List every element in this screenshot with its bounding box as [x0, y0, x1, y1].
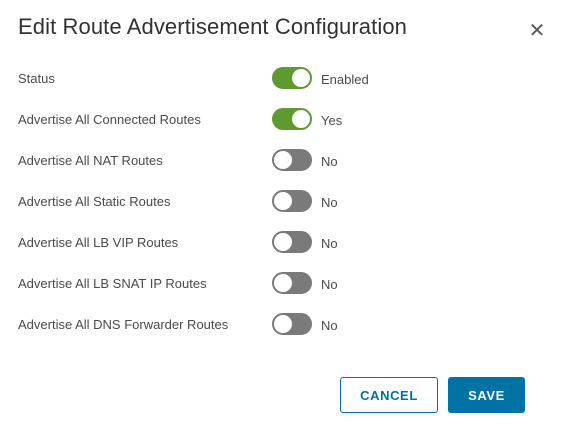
row-lb-snat-ip-routes: Advertise All LB SNAT IP Routes No	[0, 263, 561, 304]
row-label: Advertise All Static Routes	[18, 194, 171, 209]
toggle-value: No	[321, 277, 338, 292]
row-status: Status Enabled	[0, 58, 561, 99]
toggle-value: Enabled	[321, 72, 369, 87]
toggle-knob	[292, 110, 310, 128]
row-static-routes: Advertise All Static Routes No	[0, 181, 561, 222]
toggle-knob	[274, 151, 292, 169]
row-connected-routes: Advertise All Connected Routes Yes	[0, 99, 561, 140]
toggle-knob	[274, 233, 292, 251]
row-label: Advertise All LB SNAT IP Routes	[18, 276, 207, 291]
toggle-knob	[274, 315, 292, 333]
toggle-value: No	[321, 236, 338, 251]
nat-routes-toggle[interactable]	[272, 149, 312, 171]
dns-forwarder-routes-toggle[interactable]	[272, 313, 312, 335]
toggle-knob	[274, 274, 292, 292]
connected-routes-toggle[interactable]	[272, 108, 312, 130]
status-toggle[interactable]	[272, 67, 312, 89]
lb-vip-routes-toggle[interactable]	[272, 231, 312, 253]
cancel-button[interactable]: CANCEL	[340, 377, 438, 413]
row-label: Advertise All Connected Routes	[18, 112, 201, 127]
row-label: Advertise All DNS Forwarder Routes	[18, 317, 229, 332]
toggle-knob	[292, 69, 310, 87]
toggle-value: Yes	[321, 113, 343, 128]
lb-snat-ip-routes-toggle[interactable]	[272, 272, 312, 294]
toggle-value: No	[321, 195, 338, 210]
edit-route-advertisement-dialog: Edit Route Advertisement Configuration ✕…	[0, 0, 561, 429]
row-dns-forwarder-routes: Advertise All DNS Forwarder Routes No	[0, 304, 561, 345]
toggle-value: No	[321, 154, 338, 169]
row-nat-routes: Advertise All NAT Routes No	[0, 140, 561, 181]
row-lb-vip-routes: Advertise All LB VIP Routes No	[0, 222, 561, 263]
row-label: Advertise All NAT Routes	[18, 153, 163, 168]
dialog-title: Edit Route Advertisement Configuration	[18, 14, 408, 39]
toggle-knob	[274, 192, 292, 210]
static-routes-toggle[interactable]	[272, 190, 312, 212]
row-label: Status	[18, 71, 55, 86]
toggle-value: No	[321, 318, 338, 333]
save-button[interactable]: SAVE	[448, 377, 525, 413]
row-label: Advertise All LB VIP Routes	[18, 235, 179, 250]
close-icon[interactable]: ✕	[526, 20, 548, 42]
